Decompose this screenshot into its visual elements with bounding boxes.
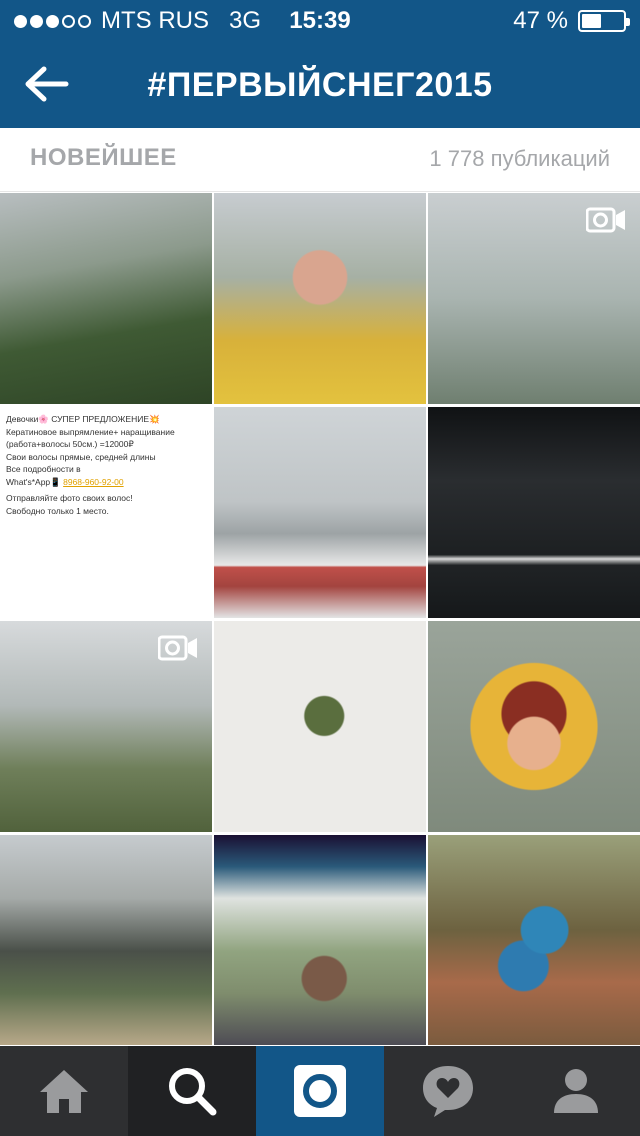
battery-icon [578,10,630,32]
video-camera-icon [158,635,197,661]
status-right: 47 % [513,7,630,35]
subheader: НОВЕЙШЕЕ 1 778 публикаций [0,128,640,192]
tab-camera[interactable] [256,1046,384,1136]
post-count: 1 778 публикаций [429,146,610,171]
video-camera-icon [586,207,625,233]
video-tile[interactable] [428,193,640,404]
video-tile[interactable] [0,621,212,832]
activity-icon [423,1066,473,1117]
tab-profile[interactable] [512,1046,640,1136]
photo-tile[interactable] [214,407,426,618]
tab-bar [0,1046,640,1136]
photo-tile[interactable]: Девочки🌸 СУПЕР ПРЕДЛОЖЕНИЕ💥 Кератиновое … [0,407,212,618]
photo-tile[interactable] [428,407,640,618]
photo-tile[interactable] [214,835,426,1045]
battery-percent: 47 % [513,7,568,34]
search-icon [169,1068,217,1116]
camera-icon [294,1065,346,1117]
promo-text: Девочки🌸 СУПЕР ПРЕДЛОЖЕНИЕ💥 Кератиновое … [6,414,175,516]
tab-newest[interactable]: НОВЕЙШЕЕ [30,144,177,172]
tab-search[interactable] [128,1046,256,1136]
photo-tile[interactable] [0,835,212,1045]
tab-activity[interactable] [384,1046,512,1136]
arrow-left-icon [25,66,69,102]
home-icon [40,1070,88,1113]
status-bar: MTS RUS 3G 15:39 47 % [0,0,640,40]
photo-grid: Девочки🌸 СУПЕР ПРЕДЛОЖЕНИЕ💥 Кератиновое … [0,193,640,1045]
photo-tile[interactable] [214,621,426,832]
page-title: #ПЕРВЫЙСНЕГ2015 [147,66,493,104]
tab-home[interactable] [0,1046,128,1136]
photo-tile[interactable] [0,193,212,404]
header: MTS RUS 3G 15:39 47 % #ПЕРВЫЙСНЕГ2015 [0,0,640,128]
photo-tile[interactable] [428,621,640,832]
nav-bar: #ПЕРВЫЙСНЕГ2015 [0,40,640,128]
photo-tile[interactable] [214,193,426,404]
profile-icon [554,1069,598,1113]
photo-tile[interactable] [428,835,640,1045]
back-button[interactable] [18,60,74,108]
